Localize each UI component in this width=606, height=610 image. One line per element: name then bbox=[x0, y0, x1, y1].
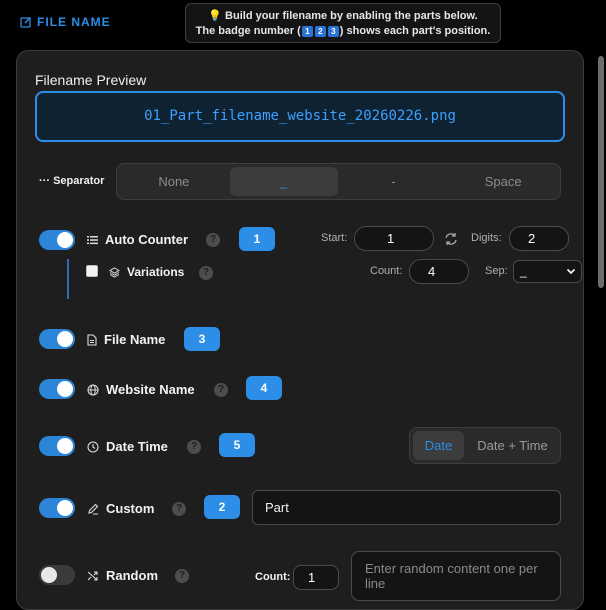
variations-sep-value: _ bbox=[520, 264, 527, 278]
file-name-label: File Name bbox=[104, 332, 166, 347]
separator-option-underscore[interactable]: _ bbox=[229, 167, 338, 196]
random-label: Random bbox=[106, 568, 158, 583]
document-icon bbox=[87, 333, 97, 346]
separator-selector: None _ - Space bbox=[116, 163, 561, 200]
hint-box: 💡 Build your filename by enabling the pa… bbox=[185, 3, 501, 43]
website-name-help-icon[interactable]: ? bbox=[214, 383, 228, 397]
custom-help-icon[interactable]: ? bbox=[172, 502, 186, 516]
digits-label: Digits: bbox=[471, 232, 502, 244]
random-help-icon[interactable]: ? bbox=[175, 569, 189, 583]
random-count-label: Count: bbox=[255, 571, 291, 583]
edit-icon bbox=[20, 16, 32, 28]
website-name-toggle[interactable] bbox=[39, 379, 75, 399]
variations-help-icon[interactable]: ? bbox=[199, 266, 213, 280]
file-name-toggle[interactable] bbox=[39, 329, 75, 349]
preview-label: Filename Preview bbox=[35, 72, 147, 88]
globe-icon bbox=[87, 383, 99, 396]
shuffle-icon bbox=[87, 570, 99, 582]
variations-sep-label: Sep: bbox=[485, 265, 508, 277]
custom-label: Custom bbox=[106, 501, 155, 516]
file-name-header: FILE NAME bbox=[20, 15, 111, 29]
auto-counter-label: Auto Counter bbox=[105, 232, 189, 247]
custom-toggle[interactable] bbox=[39, 498, 75, 518]
separator-label-text: Separator bbox=[53, 175, 105, 187]
random-content-textarea[interactable]: Enter random content one per line bbox=[351, 551, 561, 601]
auto-counter-row: Auto Counter bbox=[87, 232, 188, 247]
date-time-badge: 5 bbox=[219, 433, 255, 457]
variations-checkbox[interactable] bbox=[86, 265, 98, 277]
date-format-date[interactable]: Date bbox=[413, 431, 464, 460]
file-name-badge: 3 bbox=[184, 327, 220, 351]
custom-row: Custom bbox=[87, 501, 154, 516]
hint-line-1: 💡 Build your filename by enabling the pa… bbox=[208, 10, 478, 22]
pencil-icon bbox=[87, 503, 99, 515]
clock-icon bbox=[87, 440, 99, 453]
dots-icon: ··· bbox=[39, 175, 50, 187]
filename-preview: 01_Part_filename_website_20260226.png bbox=[35, 91, 565, 142]
chevron-down-icon bbox=[566, 261, 576, 289]
hint-text-pre: The badge number ( bbox=[195, 25, 301, 37]
date-time-label: Date Time bbox=[106, 439, 168, 454]
date-time-toggle[interactable] bbox=[39, 436, 75, 456]
hint-badge-3: 3 bbox=[327, 26, 339, 37]
hint-badge-1: 1 bbox=[301, 26, 313, 37]
start-input[interactable]: 1 bbox=[354, 226, 434, 251]
scrollbar[interactable] bbox=[598, 56, 604, 288]
auto-counter-badge: 1 bbox=[239, 227, 275, 251]
hint-line-2: The badge number (1 2 3) shows each part's… bbox=[186, 24, 500, 39]
variations-sep-select[interactable]: _ bbox=[513, 260, 582, 283]
website-name-row: Website Name bbox=[87, 382, 195, 397]
random-toggle[interactable] bbox=[39, 565, 75, 585]
website-name-badge: 4 bbox=[246, 376, 282, 400]
auto-counter-toggle[interactable] bbox=[39, 230, 75, 250]
separator-label: ··· Separator bbox=[39, 175, 104, 187]
variations-label: Variations bbox=[127, 265, 185, 279]
website-name-label: Website Name bbox=[106, 382, 195, 397]
variations-count-input[interactable]: 4 bbox=[409, 259, 469, 284]
auto-counter-help-icon[interactable]: ? bbox=[206, 233, 220, 247]
date-time-help-icon[interactable]: ? bbox=[187, 440, 201, 454]
custom-badge: 2 bbox=[204, 495, 240, 519]
separator-option-none[interactable]: None bbox=[120, 167, 228, 196]
layers-icon bbox=[109, 266, 120, 278]
random-count-input[interactable]: 1 bbox=[293, 565, 339, 590]
separator-option-dash[interactable]: - bbox=[340, 167, 448, 196]
variations-count-label: Count: bbox=[370, 265, 403, 277]
hint-badge-2: 2 bbox=[314, 26, 326, 37]
custom-text-input[interactable]: Part bbox=[252, 490, 561, 525]
start-label: Start: bbox=[321, 232, 348, 244]
variations-connector bbox=[67, 259, 69, 299]
list-icon bbox=[87, 235, 98, 245]
refresh-icon[interactable] bbox=[444, 232, 458, 246]
variations-row: Variations bbox=[109, 265, 184, 279]
hint-text-post: ) shows each part's position. bbox=[339, 25, 491, 37]
digits-input[interactable]: 2 bbox=[509, 226, 569, 251]
date-format-selector: Date Date + Time bbox=[409, 427, 561, 464]
file-name-row: File Name bbox=[87, 332, 165, 347]
date-time-row: Date Time bbox=[87, 439, 168, 454]
separator-option-space[interactable]: Space bbox=[449, 167, 557, 196]
date-format-date-time[interactable]: Date + Time bbox=[468, 431, 557, 460]
random-row: Random bbox=[87, 568, 158, 583]
header-title: FILE NAME bbox=[37, 15, 111, 29]
